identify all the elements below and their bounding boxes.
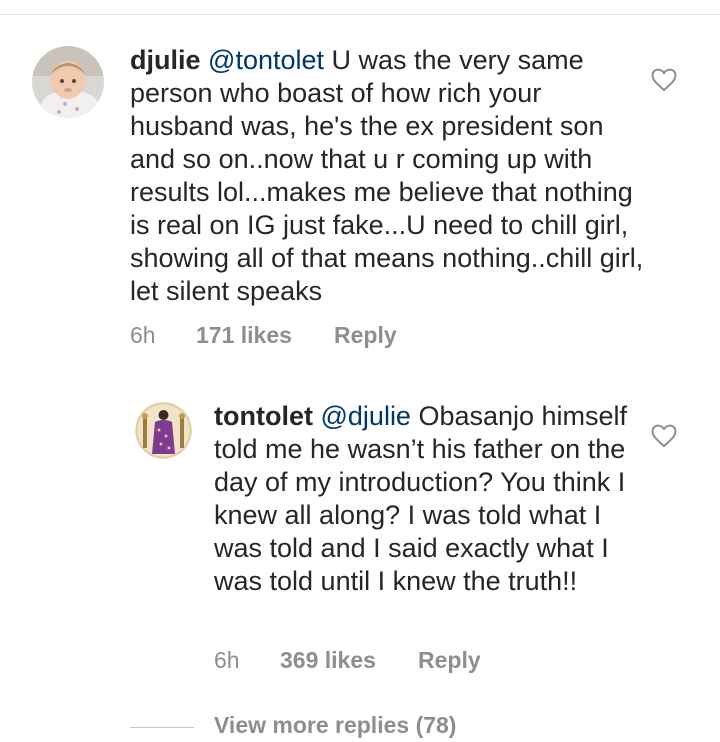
comment-username[interactable]: djulie xyxy=(130,45,201,75)
replies-divider xyxy=(130,727,194,728)
comment-likes[interactable]: 369 likes xyxy=(280,647,376,674)
comment-mention[interactable]: @djulie xyxy=(321,401,411,431)
reply-button[interactable]: Reply xyxy=(418,647,481,674)
comment-text: djulie @tontolet U was the very same per… xyxy=(130,44,650,308)
comment-time: 6h xyxy=(214,647,240,673)
comment-mention[interactable]: @tontolet xyxy=(208,45,324,75)
view-more-replies-link[interactable]: View more replies (78) xyxy=(214,712,456,739)
heart-outline-icon[interactable] xyxy=(651,424,677,448)
comment-text: tontolet @djulie Obasanjo himself told m… xyxy=(214,400,654,598)
avatar[interactable] xyxy=(135,402,192,459)
comment-body: U was the very same person who boast of … xyxy=(130,45,644,306)
comment-username[interactable]: tontolet xyxy=(214,401,313,431)
top-divider xyxy=(0,14,720,15)
avatar[interactable] xyxy=(32,46,104,118)
heart-outline-icon[interactable] xyxy=(651,68,677,92)
comment-likes[interactable]: 171 likes xyxy=(196,322,292,349)
comment-time: 6h xyxy=(130,322,156,348)
reply-button[interactable]: Reply xyxy=(334,322,397,349)
